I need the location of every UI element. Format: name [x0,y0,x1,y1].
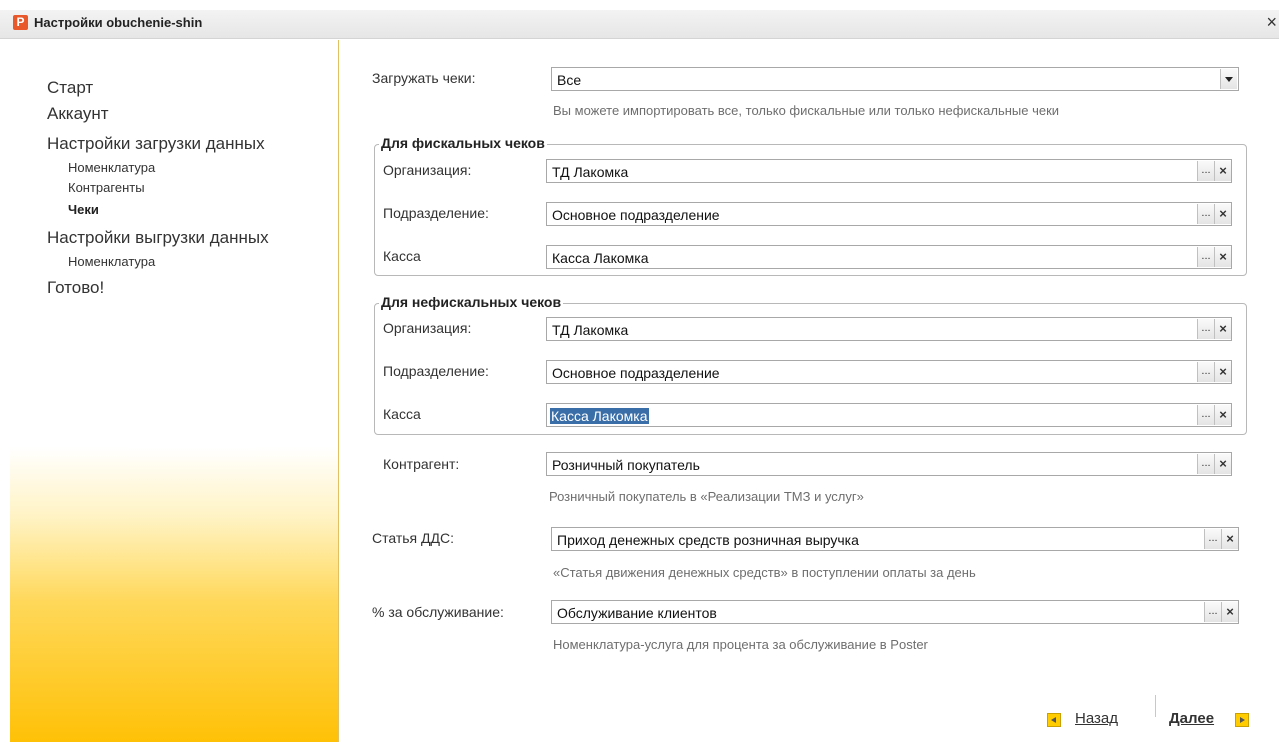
fiscal-cash-label: Касса [383,248,421,264]
clear-icon[interactable]: × [1214,247,1231,267]
sidebar-item-nomenclature-out[interactable]: Номенклатура [68,254,155,269]
select-icon[interactable]: ... [1197,247,1214,267]
chevron-down-icon[interactable] [1220,69,1237,89]
clear-icon[interactable]: × [1214,161,1231,181]
select-icon[interactable]: ... [1197,454,1214,474]
next-button[interactable]: Далее [1169,710,1214,727]
back-arrow-icon[interactable] [1047,713,1061,727]
nonfiscal-cash-label: Касса [383,406,421,422]
sidebar-item-nomenclature-in[interactable]: Номенклатура [68,160,155,175]
fiscal-organization-label: Организация: [383,162,472,178]
fiscal-cash-field[interactable]: Касса Лакомка ... × [546,245,1232,269]
counterparty-label: Контрагент: [383,456,460,472]
footer-separator [1155,695,1156,717]
back-button[interactable]: Назад [1075,710,1118,727]
clear-icon[interactable]: × [1214,454,1231,474]
sidebar-item-account[interactable]: Аккаунт [47,104,109,124]
load-receipts-select[interactable]: Все [551,67,1239,91]
select-icon[interactable]: ... [1197,161,1214,181]
fiscal-receipts-legend: Для фискальных чеков [379,135,547,151]
nonfiscal-department-field[interactable]: Основное подразделение ... × [546,360,1232,384]
fiscal-organization-field[interactable]: ТД Лакомка ... × [546,159,1232,183]
nonfiscal-organization-value: ТД Лакомка [552,322,629,338]
counterparty-value: Розничный покупатель [552,457,700,473]
nonfiscal-organization-label: Организация: [383,320,472,336]
select-icon[interactable]: ... [1197,405,1214,425]
service-percent-hint: Номенклатура-услуга для процента за обсл… [553,637,928,652]
dds-article-value: Приход денежных средств розничная выручк… [557,532,859,548]
dds-article-label: Статья ДДС: [372,530,454,546]
app-logo-icon: P [13,15,28,30]
select-icon[interactable]: ... [1197,362,1214,382]
counterparty-field[interactable]: Розничный покупатель ... × [546,452,1232,476]
nonfiscal-department-value: Основное подразделение [552,365,720,381]
fiscal-department-field[interactable]: Основное подразделение ... × [546,202,1232,226]
fiscal-department-label: Подразделение: [383,205,489,221]
sidebar-item-done[interactable]: Готово! [47,278,104,298]
counterparty-hint: Розничный покупатель в «Реализации ТМЗ и… [549,489,864,504]
load-receipts-label: Загружать чеки: [372,70,476,86]
select-icon[interactable]: ... [1204,529,1221,549]
nonfiscal-cash-value: Касса Лакомка [550,408,649,424]
select-icon[interactable]: ... [1197,319,1214,339]
sidebar-item-counterparties[interactable]: Контрагенты [68,180,145,195]
window-title: Настройки obuchenie-shin [34,15,203,30]
close-icon[interactable]: × [1266,12,1277,33]
dds-article-field[interactable]: Приход денежных средств розничная выручк… [551,527,1239,551]
dds-article-hint: «Статья движения денежных средств» в пос… [553,565,976,580]
sidebar-item-start[interactable]: Старт [47,78,93,98]
clear-icon[interactable]: × [1214,362,1231,382]
clear-icon[interactable]: × [1214,405,1231,425]
load-receipts-hint: Вы можете импортировать все, только фиск… [553,103,1060,118]
sidebar-item-export-settings[interactable]: Настройки выгрузки данных [47,228,269,248]
clear-icon[interactable]: × [1221,602,1238,622]
select-icon[interactable]: ... [1204,602,1221,622]
nonfiscal-receipts-legend: Для нефискальных чеков [379,294,564,310]
fiscal-organization-value: ТД Лакомка [552,164,629,180]
nonfiscal-department-label: Подразделение: [383,363,489,379]
sidebar-item-receipts[interactable]: Чеки [68,202,99,217]
load-receipts-value: Все [557,72,582,88]
service-percent-value: Обслуживание клиентов [557,605,717,621]
window-titlebar: P Настройки obuchenie-shin × [0,0,1279,39]
select-icon[interactable]: ... [1197,204,1214,224]
fiscal-cash-value: Касса Лакомка [552,250,649,266]
clear-icon[interactable]: × [1214,204,1231,224]
next-arrow-icon[interactable] [1235,713,1249,727]
fiscal-department-value: Основное подразделение [552,207,720,223]
service-percent-label: % за обслуживание: [372,604,504,620]
wizard-sidebar: Старт Аккаунт Настройки загрузки данных … [10,40,339,742]
clear-icon[interactable]: × [1221,529,1238,549]
nonfiscal-organization-field[interactable]: ТД Лакомка ... × [546,317,1232,341]
clear-icon[interactable]: × [1214,319,1231,339]
wizard-content: Загружать чеки: Все Вы можете импортиров… [339,40,1279,742]
sidebar-item-upload-settings[interactable]: Настройки загрузки данных [47,134,265,154]
service-percent-field[interactable]: Обслуживание клиентов ... × [551,600,1239,624]
nonfiscal-cash-field[interactable]: Касса Лакомка ... × [546,403,1232,427]
